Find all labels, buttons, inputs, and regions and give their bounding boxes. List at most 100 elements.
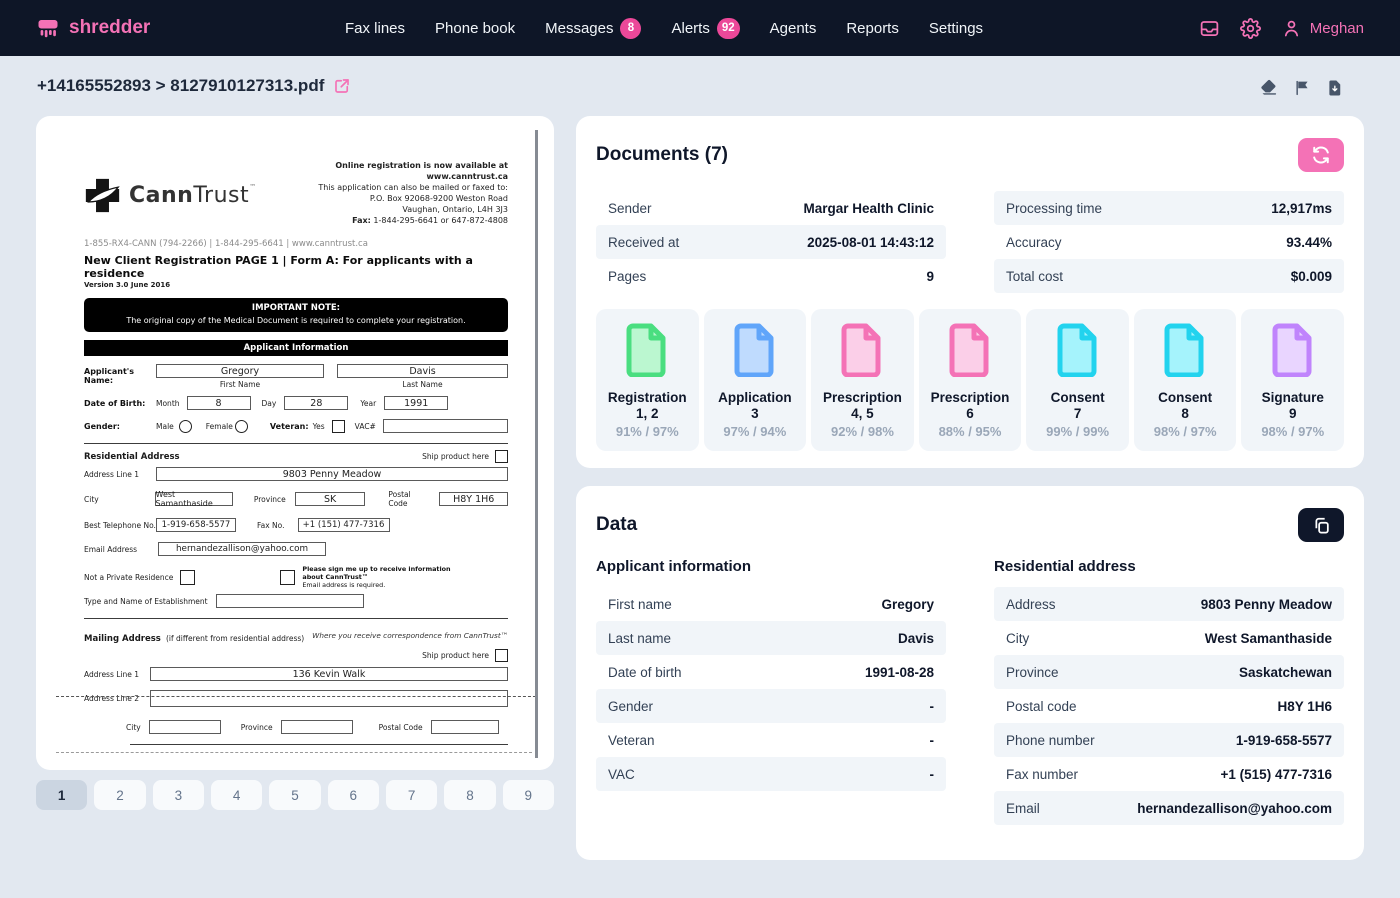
mail-address2-box (150, 690, 508, 707)
eraser-icon[interactable] (1259, 78, 1278, 97)
document-scores: 97% / 94% (723, 424, 786, 439)
res-fax-box: +1 (151) 477-7316 (298, 518, 390, 532)
res-postal-box: H8Y 1H6 (439, 492, 508, 506)
download-file-icon[interactable] (1326, 79, 1344, 97)
data-panel: Data Applicant information First name Gr… (576, 486, 1364, 860)
user-menu[interactable]: Meghan (1281, 18, 1364, 39)
page-button[interactable]: 8 (444, 780, 495, 810)
data-row: First name Gregory (596, 587, 946, 621)
document-scores: 91% / 97% (616, 424, 679, 439)
brand-name: shredder (69, 17, 150, 39)
page-button[interactable]: 5 (269, 780, 320, 810)
document-card[interactable]: Prescription 4, 5 92% / 98% (811, 309, 914, 451)
document-card[interactable]: Consent 8 98% / 97% (1134, 309, 1237, 451)
pdf-phone-line: 1-855-RX4-CANN (794-2266) | 1-844-295-66… (84, 239, 508, 249)
female-radio (235, 420, 248, 433)
last-name-box: Davis (337, 364, 508, 378)
res-province-box: SK (295, 492, 366, 506)
info-row: Sender Margar Health Clinic (596, 191, 946, 225)
pdf-form-title: New Client Registration PAGE 1 | Form A:… (84, 254, 508, 280)
canntrust-wordmark: CannTrust™ (129, 183, 257, 208)
document-card[interactable]: Consent 7 99% / 99% (1026, 309, 1129, 451)
document-pages: 9 (1289, 406, 1297, 421)
document-cards: Registration 1, 2 91% / 97% Application … (596, 309, 1344, 451)
nav-item-label: Agents (770, 20, 817, 37)
res-email-box: hernandezallison@yahoo.com (158, 542, 326, 556)
nav-item[interactable]: Agents (770, 20, 817, 37)
document-type: Signature (1262, 390, 1324, 405)
document-card[interactable]: Application 3 97% / 94% (704, 309, 807, 451)
file-icon (948, 323, 992, 382)
nav-item[interactable]: Settings (929, 20, 983, 37)
mailing-heading: Mailing Address (84, 634, 161, 644)
not-private-checkbox (180, 570, 195, 585)
nav-item-badge: 92 (717, 18, 740, 39)
nav-item-label: Fax lines (345, 20, 405, 37)
copy-icon (1312, 516, 1331, 535)
residential-heading: Residential Address (84, 452, 180, 462)
info-row: Received at 2025-08-01 14:43:12 (596, 225, 946, 259)
ship-checkbox (495, 450, 508, 463)
document-scores: 92% / 98% (831, 424, 894, 439)
page-button[interactable]: 3 (153, 780, 204, 810)
flag-icon[interactable] (1293, 79, 1311, 97)
res-phone-box: 1-919-658-5577 (156, 518, 236, 532)
file-icon (1163, 323, 1207, 382)
applicant-name-label: Applicant's Name: (84, 364, 156, 385)
nav-item[interactable]: Fax lines (345, 20, 405, 37)
nav-item[interactable]: Reports (846, 20, 899, 37)
mail-address1-box: 136 Kevin Walk (150, 667, 508, 681)
document-card[interactable]: Prescription 6 88% / 95% (919, 309, 1022, 451)
pdf-preview-card: CannTrust™ Online registration is now av… (36, 116, 554, 770)
info-row: Total cost $0.009 (994, 259, 1344, 293)
document-pages: 8 (1181, 406, 1189, 421)
document-pages: 6 (966, 406, 974, 421)
brand-logo[interactable]: shredder (36, 16, 150, 40)
page-button[interactable]: 6 (328, 780, 379, 810)
male-radio (179, 420, 192, 433)
nav-item[interactable]: Phone book (435, 20, 515, 37)
document-scores: 88% / 95% (939, 424, 1002, 439)
nav-item[interactable]: Alerts 92 (671, 18, 739, 39)
dob-year-box: 1991 (384, 396, 448, 410)
applicant-info-column: Applicant information First name Gregory… (596, 558, 946, 791)
document-type: Consent (1051, 390, 1105, 405)
vac-box (383, 419, 508, 433)
copy-data-button[interactable] (1298, 508, 1344, 542)
documents-panel: Documents (7) Sender Margar Health Clini… (576, 116, 1364, 468)
fax-info-left: Sender Margar Health Clinic Received at … (596, 191, 946, 293)
inbox-tray-icon[interactable] (1199, 18, 1220, 39)
applicant-info-heading: Applicant information (596, 558, 946, 575)
page-button[interactable]: 4 (211, 780, 262, 810)
page-button[interactable]: 1 (36, 780, 87, 810)
data-row: City West Samanthaside (994, 621, 1344, 655)
pdf-page: CannTrust™ Online registration is now av… (56, 130, 538, 758)
external-link-icon[interactable] (333, 77, 351, 95)
user-name: Meghan (1310, 20, 1364, 37)
res-address1-box: 9803 Penny Meadow (156, 467, 508, 481)
document-card[interactable]: Registration 1, 2 91% / 97% (596, 309, 699, 451)
info-row: Pages 9 (596, 259, 946, 293)
data-row: VAC - (596, 757, 946, 791)
signup-checkbox (280, 570, 295, 585)
residential-address-column: Residential address Address 9803 Penny M… (994, 558, 1344, 825)
nav-item[interactable]: Messages 8 (545, 18, 641, 39)
fax-info-right: Processing time 12,917ms Accuracy 93.44%… (994, 191, 1344, 293)
document-card[interactable]: Signature 9 98% / 97% (1241, 309, 1344, 451)
page-button[interactable]: 2 (94, 780, 145, 810)
data-row: Fax number +1 (515) 477-7316 (994, 757, 1344, 791)
info-row: Accuracy 93.44% (994, 225, 1344, 259)
data-row: Email hernandezallison@yahoo.com (994, 791, 1344, 825)
breadcrumb: +14165552893 > 8127910127313.pdf (37, 76, 351, 96)
refresh-icon (1311, 145, 1331, 165)
page-button[interactable]: 7 (386, 780, 437, 810)
gear-icon[interactable] (1240, 18, 1261, 39)
data-row: Gender - (596, 689, 946, 723)
data-title: Data (596, 514, 637, 536)
document-pages: 7 (1074, 406, 1082, 421)
reprocess-button[interactable] (1298, 138, 1344, 172)
nav-item-label: Alerts (671, 20, 709, 37)
first-name-box: Gregory (156, 364, 324, 378)
document-type: Application (718, 390, 792, 405)
page-button[interactable]: 9 (503, 780, 554, 810)
